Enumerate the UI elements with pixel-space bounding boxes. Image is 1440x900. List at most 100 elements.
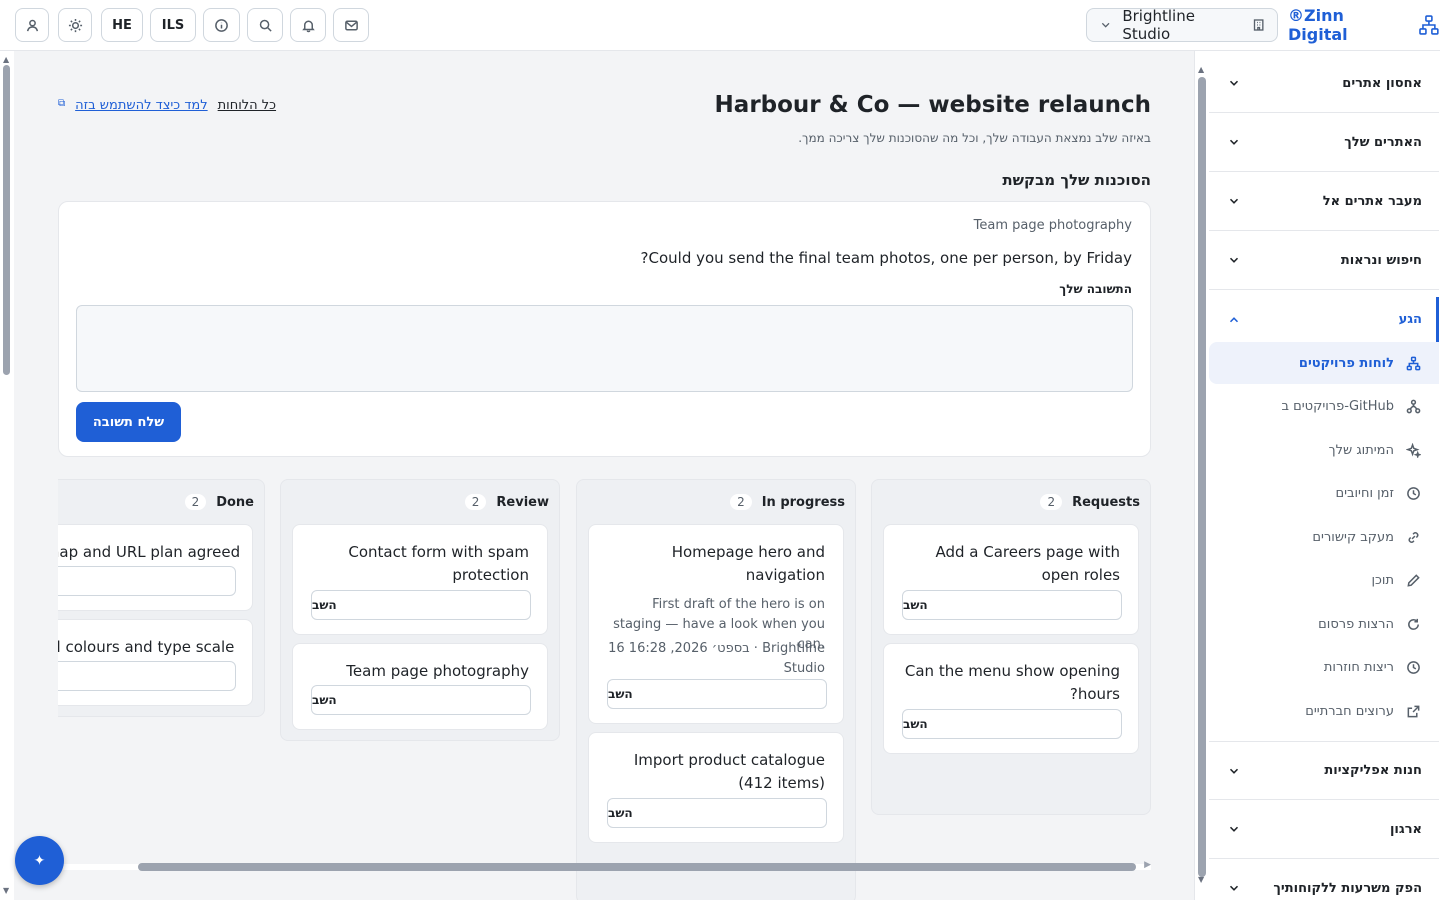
main-scrollbar-thumb[interactable] (3, 65, 10, 375)
search-icon (259, 19, 272, 32)
notifications-button[interactable] (290, 8, 326, 42)
sidebar-section-search-visibility[interactable]: חיפוש ונראות (1209, 231, 1439, 290)
column-title: Review (496, 494, 549, 510)
sidebar-item-social-channels[interactable]: ערוצים חברתיים (1209, 690, 1439, 732)
refresh-icon (1408, 618, 1419, 630)
kanban-card[interactable]: Homepage hero and navigation First draft… (588, 524, 844, 724)
reply-textarea[interactable] (76, 305, 1133, 392)
pencil-icon (1407, 573, 1420, 587)
top-bar: HE ILS Brightline Studio ®Zinn Digital (0, 0, 1440, 51)
brand-logo[interactable]: ®Zinn Digital (1288, 6, 1440, 44)
requests-heading: הסוכנות שלך מבקשת (1002, 171, 1151, 189)
column-title: Requests (1072, 494, 1140, 510)
sidebar-scrollbar-thumb[interactable] (1198, 77, 1206, 877)
sidebar-item-label: ערוצים חברתיים (1305, 703, 1394, 719)
kanban-card[interactable]: Sitemap and URL plan agreed השב (58, 524, 253, 611)
sidebar-section-organization[interactable]: ארגון (1209, 800, 1439, 859)
sidebar-item-label: זמן וחיובים (1335, 485, 1394, 501)
card-reply-button[interactable]: השב (902, 590, 1122, 620)
chevron-up-icon (1229, 316, 1239, 322)
kanban-card[interactable]: Contact form with spam protection השב (292, 524, 548, 635)
card-reply-button[interactable]: השב (902, 709, 1122, 739)
messages-button[interactable] (333, 8, 369, 42)
scrollbar-thumb[interactable] (138, 863, 1136, 871)
card-reply-button[interactable]: השב (58, 566, 236, 596)
card-reply-button[interactable]: השב (607, 679, 827, 709)
chevron-down-icon (1229, 257, 1239, 263)
sidebar-item-label: הרצות פרסום (1318, 616, 1394, 632)
send-reply-button[interactable]: שלח תשובה (76, 402, 181, 442)
chevron-down-icon (1229, 139, 1239, 145)
sidebar-item-recurring-runs[interactable]: ריצות חוזרות (1209, 646, 1439, 688)
sparkle-icon (1406, 442, 1421, 458)
kanban-card[interactable]: Brand colours and type scale השב (58, 619, 253, 706)
sidebar-section-label: מעבר אתרים אל (1322, 193, 1422, 209)
external-link-icon: ⧉ (58, 98, 66, 109)
card-reply-button[interactable]: השב (58, 661, 236, 691)
clock-icon (1407, 486, 1420, 500)
scroll-down-arrow-icon[interactable]: ▼ (1198, 875, 1204, 884)
scroll-up-arrow-icon[interactable]: ▲ (3, 55, 9, 64)
scroll-right-arrow-icon[interactable]: ▶ (1144, 860, 1151, 870)
link-icon (1408, 531, 1419, 543)
sidebar-item-project-boards[interactable]: לוחות פרויקטים (1209, 342, 1439, 384)
kanban-card[interactable]: Can the menu show opening ?hours השב (883, 643, 1139, 754)
card-reply-button[interactable]: השב (311, 685, 531, 715)
project-board-icon (1406, 356, 1421, 370)
sidebar-section-label: האתרים שלך (1344, 134, 1422, 150)
sidebar-item-label: פרויקטים ב-GitHub (1281, 398, 1395, 414)
building-icon (1253, 19, 1264, 31)
card-title: Add a Careers page with open roles (935, 543, 1120, 584)
sidebar-item-github-projects[interactable]: פרויקטים ב-GitHub (1209, 385, 1439, 427)
info-button[interactable] (203, 8, 240, 42)
learn-how-link[interactable]: למד כיצד להשתמש בזה (75, 98, 208, 113)
kanban-card[interactable]: Add a Careers page with open roles השב (883, 524, 1139, 635)
sidebar-section-hosting[interactable]: אחסון אתרים (1209, 54, 1439, 113)
external-link-icon (1407, 705, 1420, 717)
all-boards-link[interactable]: כל הלוחות (218, 98, 276, 113)
assistant-fab-button[interactable]: ✦ (15, 836, 64, 885)
workspace-name: Brightline Studio (1122, 7, 1195, 43)
sidebar-section-reach[interactable]: הגע (1209, 290, 1439, 349)
scroll-down-arrow-icon[interactable]: ▼ (3, 886, 9, 895)
card-reply-button[interactable]: השב (607, 798, 827, 828)
sidebar-item-label: המיתוג שלך (1328, 442, 1394, 458)
kanban-card[interactable]: Import product catalogue (412 items) השב (588, 732, 844, 843)
sidebar-item-link-tracking[interactable]: מעקב קישורים (1209, 516, 1439, 558)
sidebar-item-content[interactable]: תוכן (1209, 559, 1439, 601)
currency-button[interactable]: ILS (150, 8, 196, 42)
request-question: ?Could you send the final team photos, o… (640, 249, 1132, 267)
sidebar-section-client-reports[interactable]: הפק משרעות ללקוחותיך (1209, 859, 1439, 900)
sidebar-scrollbar[interactable]: ▲ ▼ (1195, 51, 1209, 900)
theme-toggle-button[interactable] (58, 8, 92, 42)
user-icon (26, 19, 38, 31)
scroll-up-arrow-icon[interactable]: ▲ (1198, 65, 1204, 74)
sidebar-item-branding[interactable]: המיתוג שלך (1209, 429, 1439, 471)
sidebar-item-publish-runs[interactable]: הרצות פרסום (1209, 603, 1439, 645)
brand-name: ®Zinn Digital (1288, 6, 1348, 44)
kanban-card[interactable]: Team page photography השב (292, 643, 548, 730)
column-title: In progress (761, 494, 845, 510)
sidebar-section-migration[interactable]: מעבר אתרים אל (1209, 172, 1439, 231)
sidebar-section-app-store[interactable]: חנות אפליקציות (1209, 741, 1439, 800)
main-content: ▲ ▼ Harbour & Co — website relaunch באיז… (0, 51, 1194, 900)
card-title: Sitemap and URL plan agreed (58, 543, 241, 561)
sidebar-section-label: ארגון (1389, 821, 1422, 837)
workspace-select[interactable]: Brightline Studio (1086, 7, 1278, 43)
board-horizontal-scrollbar[interactable]: ▶ (58, 860, 1151, 874)
column-header: 2 Review (464, 494, 549, 510)
user-button[interactable] (15, 8, 49, 42)
chevron-down-icon (1229, 826, 1239, 832)
sidebar-item-label: תוכן (1371, 572, 1394, 588)
card-title: Can the menu show opening ?hours (904, 662, 1120, 703)
chevron-down-icon (1101, 22, 1110, 28)
sidebar-item-time-billing[interactable]: זמן וחיובים (1209, 472, 1439, 514)
reply-label: התשובה שלך (1059, 282, 1132, 296)
sidebar: ▲ ▼ אחסון אתרים האתרים שלך מעבר אתרים אל… (1194, 51, 1440, 900)
language-button[interactable]: HE (101, 8, 143, 42)
search-button[interactable] (247, 8, 283, 42)
sidebar-section-your-sites[interactable]: האתרים שלך (1209, 113, 1439, 172)
main-scrollbar[interactable]: ▲ ▼ (0, 51, 14, 900)
column-count: 2 (1040, 494, 1063, 510)
card-reply-button[interactable]: השב (311, 590, 531, 620)
